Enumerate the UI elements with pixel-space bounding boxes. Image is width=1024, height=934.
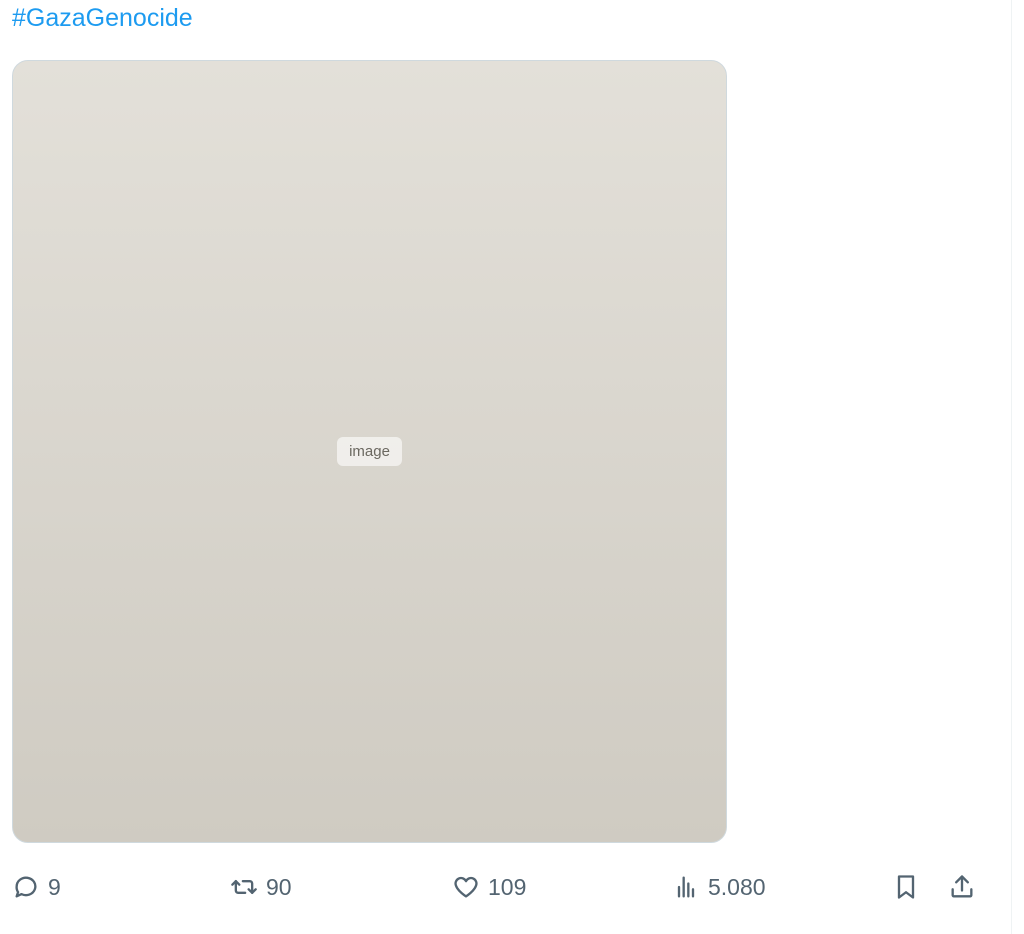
column-divider <box>1011 0 1012 934</box>
repost-count: 90 <box>266 873 292 900</box>
tweet-media[interactable]: image <box>12 60 727 843</box>
bookmark-button[interactable] <box>892 862 920 912</box>
reply-button[interactable]: 9 <box>12 862 61 912</box>
reply-icon <box>15 876 37 898</box>
like-button[interactable]: 109 <box>452 862 526 912</box>
repost-button[interactable]: 90 <box>230 862 292 912</box>
media-placeholder: image <box>13 61 726 842</box>
hashtag-link[interactable]: #GazaGenocide <box>12 2 193 34</box>
views-icon <box>677 876 695 898</box>
tweet-action-bar: 9 90 109 5.080 <box>0 862 1011 912</box>
repost-icon <box>231 880 257 894</box>
like-count: 109 <box>488 873 527 900</box>
share-button[interactable] <box>948 862 976 912</box>
share-icon <box>951 875 973 898</box>
media-placeholder-label: image <box>337 437 402 466</box>
views-count: 5.080 <box>708 873 766 900</box>
bookmark-icon <box>897 875 915 899</box>
reply-count: 9 <box>48 873 61 900</box>
views-button[interactable]: 5.080 <box>672 862 766 912</box>
like-icon <box>454 876 478 898</box>
